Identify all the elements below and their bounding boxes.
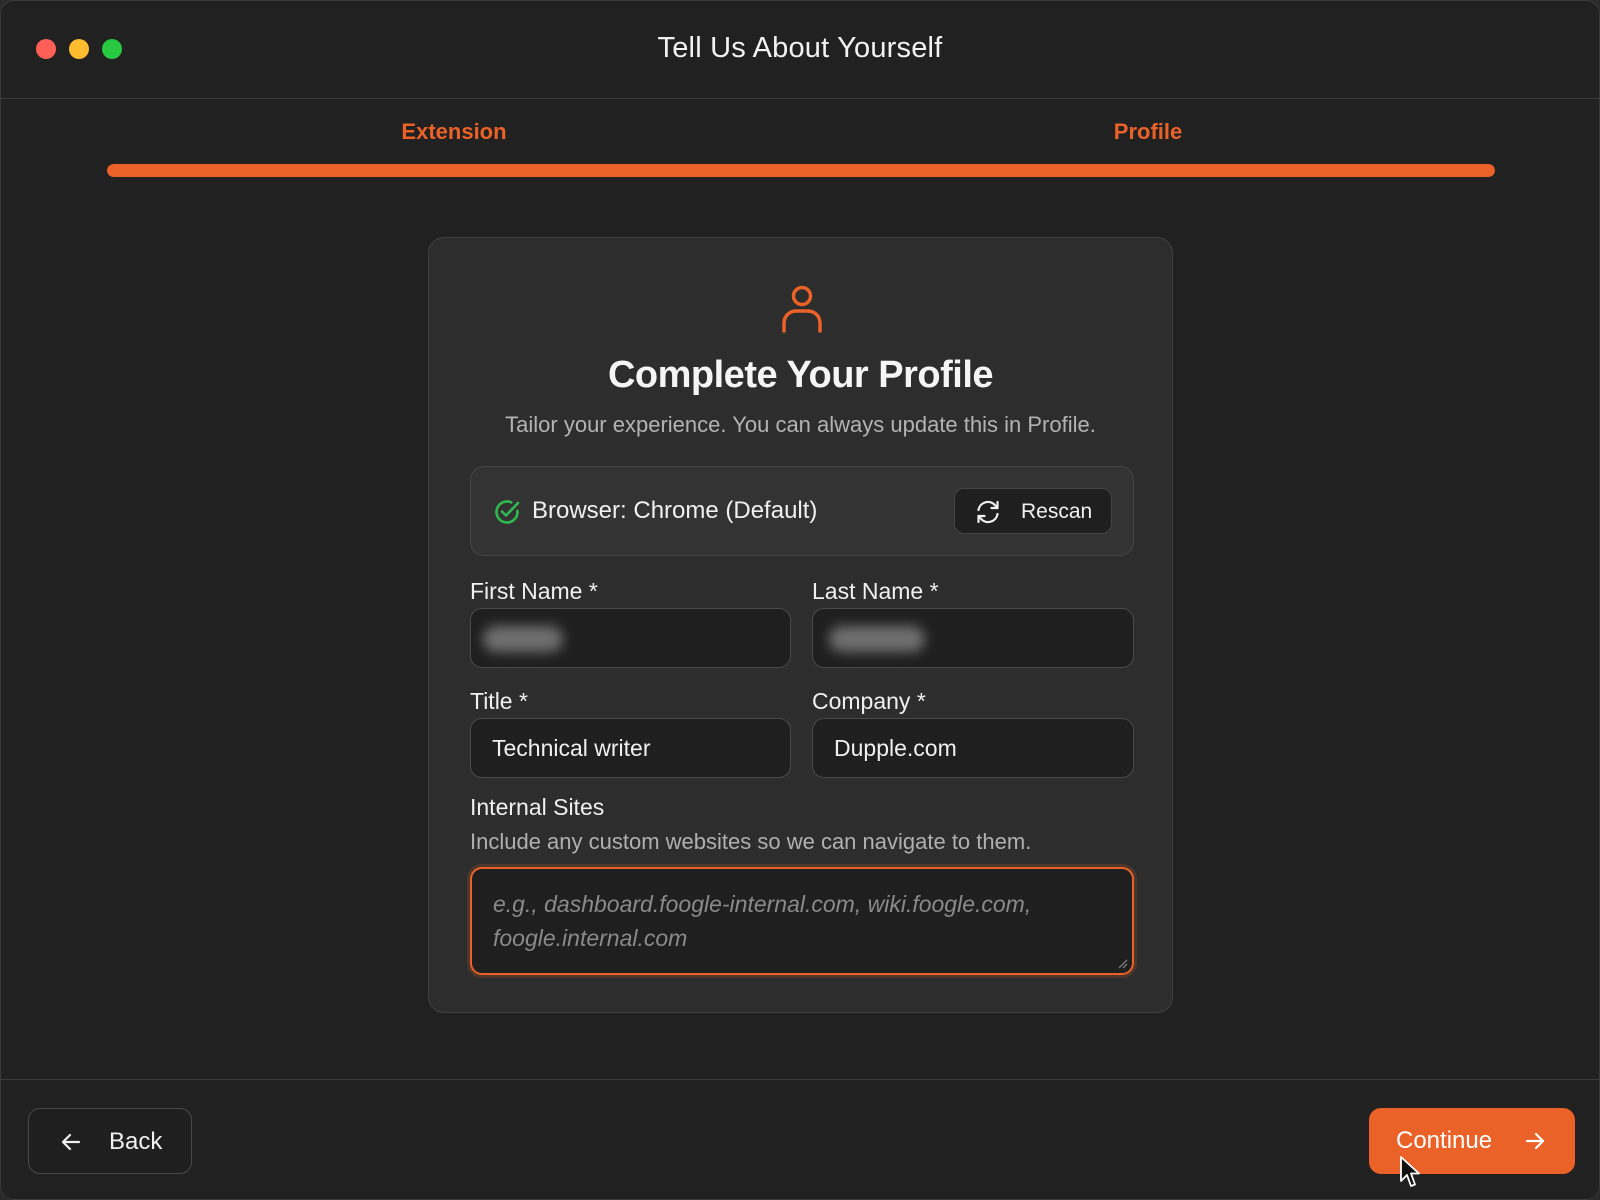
- back-label: Back: [109, 1128, 163, 1155]
- internal-sites-textarea[interactable]: e.g., dashboard.foogle-internal.com, wik…: [470, 867, 1134, 975]
- user-icon: [782, 285, 822, 333]
- company-label: Company *: [812, 688, 926, 714]
- back-button[interactable]: Back: [28, 1108, 192, 1174]
- internal-sites-placeholder: e.g., dashboard.foogle-internal.com, wik…: [493, 891, 1032, 951]
- progress-bar: [107, 164, 1495, 177]
- arrow-left-icon: [61, 1133, 81, 1151]
- title-field[interactable]: Technical writer: [470, 718, 791, 778]
- title-label: Title *: [470, 688, 528, 714]
- profile-card: Complete Your Profile Tailor your experi…: [428, 237, 1173, 1013]
- title-bar: Tell Us About Yourself: [1, 1, 1599, 99]
- company-field[interactable]: Dupple.com: [812, 718, 1134, 778]
- step-extension[interactable]: Extension: [107, 119, 801, 145]
- resize-grip-icon[interactable]: [1116, 957, 1128, 969]
- first-name-field[interactable]: [470, 608, 791, 668]
- continue-label: Continue: [1396, 1127, 1493, 1154]
- internal-sites-label: Internal Sites: [470, 794, 605, 820]
- window-title: Tell Us About Yourself: [657, 32, 943, 64]
- redacted-value: [829, 626, 925, 652]
- step-profile[interactable]: Profile: [801, 119, 1495, 145]
- internal-sites-helper: Include any custom websites so we can na…: [470, 829, 1032, 854]
- footer: Back Continue: [1, 1079, 1599, 1199]
- app-window: Tell Us About Yourself Extension Profile…: [0, 0, 1600, 1200]
- card-subtitle: Tailor your experience. You can always u…: [505, 412, 1096, 437]
- arrow-right-icon: [1525, 1132, 1545, 1150]
- browser-label: Browser: Chrome (Default): [532, 497, 818, 524]
- card-title: Complete Your Profile: [607, 354, 994, 396]
- rescan-button[interactable]: Rescan: [954, 488, 1112, 534]
- redacted-value: [483, 626, 563, 652]
- refresh-icon: [977, 500, 999, 524]
- rescan-label: Rescan: [1021, 500, 1093, 523]
- last-name-label: Last Name *: [812, 578, 939, 604]
- mouse-cursor-icon: [1400, 1156, 1420, 1187]
- progress-bar-fill: [107, 164, 1495, 177]
- last-name-field[interactable]: [812, 608, 1134, 668]
- check-circle-icon: [495, 500, 520, 524]
- first-name-label: First Name *: [470, 578, 598, 604]
- browser-status-box: Browser: Chrome (Default) Rescan: [470, 466, 1134, 556]
